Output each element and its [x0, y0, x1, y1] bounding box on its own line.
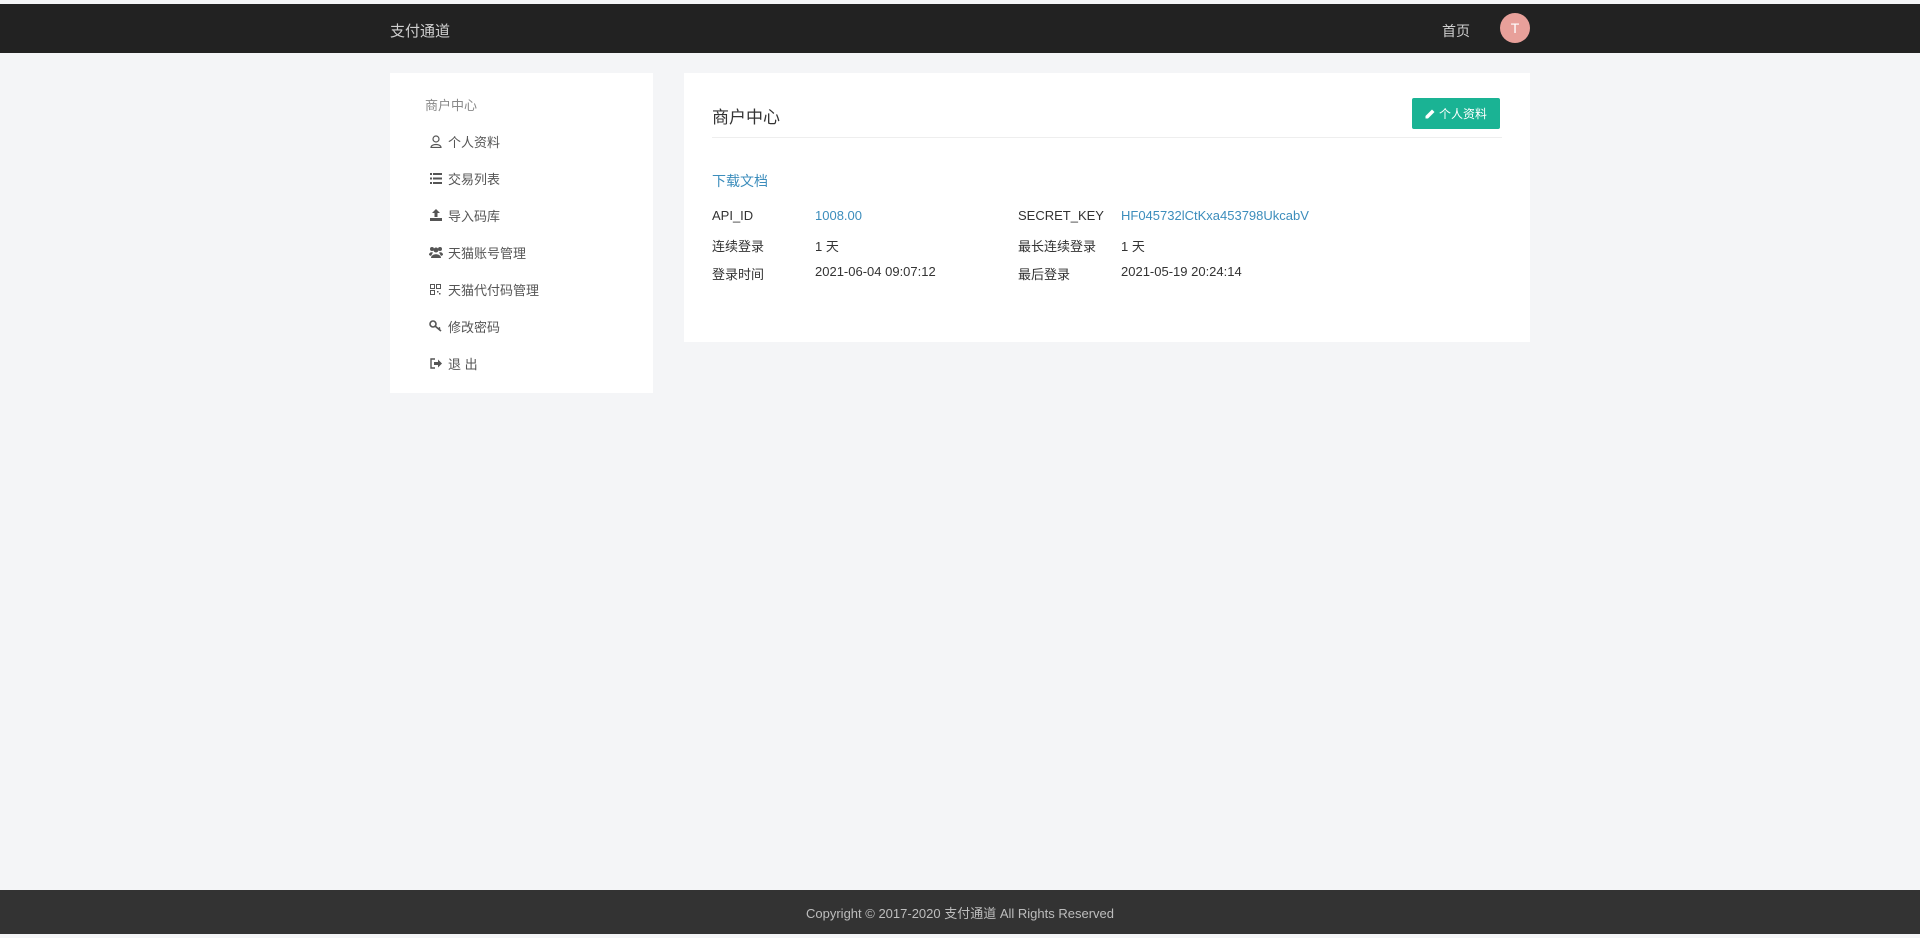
user-icon [428, 134, 443, 148]
sidebar-item-profile[interactable]: 个人资料 [428, 131, 500, 151]
sidebar-item-label: 导入码库 [448, 208, 501, 224]
page-title: 商户中心 [712, 108, 780, 127]
edit-profile-button[interactable]: 个人资料 [1412, 98, 1500, 129]
nav-home-link[interactable]: 首页 [1442, 21, 1470, 41]
main-panel: 商户中心 个人资料 下载文档 API_ID 1008.00 SECRET_KEY… [684, 73, 1530, 342]
sidebar-title: 商户中心 [425, 98, 478, 113]
sign-out-icon [428, 356, 443, 370]
continuous-login-value: 1 天 [815, 239, 839, 254]
longest-login-value: 1 天 [1121, 239, 1145, 254]
download-doc-link[interactable]: 下载文档 [712, 171, 768, 191]
login-time-value: 2021-06-04 09:07:12 [815, 264, 936, 279]
sidebar-item-logout[interactable]: 退 出 [428, 353, 478, 373]
footer-copyright: Copyright © 2017-2020 支付通道 All Rights Re… [806, 906, 1114, 921]
secret-key-label: SECRET_KEY [1018, 208, 1104, 223]
sidebar-item-label: 修改密码 [448, 319, 501, 335]
list-icon [428, 171, 443, 185]
longest-login-label: 最长连续登录 [1018, 239, 1097, 254]
sidebar-item-import-codes[interactable]: 导入码库 [428, 205, 500, 225]
login-time-label: 登录时间 [712, 267, 765, 282]
continuous-login-label: 连续登录 [712, 239, 765, 254]
last-login-label: 最后登录 [1018, 267, 1071, 282]
edit-profile-button-label: 个人资料 [1438, 107, 1487, 121]
brand-title[interactable]: 支付通道 [390, 20, 450, 41]
api-id-label: API_ID [712, 208, 754, 223]
last-login-value: 2021-05-19 20:24:14 [1121, 264, 1242, 279]
sidebar-item-label: 交易列表 [448, 171, 501, 187]
sidebar-item-label: 天猫账号管理 [448, 245, 527, 261]
api-id-value: 1008.00 [815, 208, 862, 223]
sidebar-item-label: 个人资料 [448, 134, 501, 150]
key-icon [428, 319, 443, 333]
users-icon [428, 245, 443, 259]
title-divider [712, 137, 1502, 138]
pencil-icon [1425, 109, 1435, 119]
qrcode-icon [428, 282, 443, 296]
sidebar-item-label: 天猫代付码管理 [448, 282, 540, 298]
footer: Copyright © 2017-2020 支付通道 All Rights Re… [0, 890, 1920, 934]
sidebar-item-transactions[interactable]: 交易列表 [428, 168, 500, 188]
sidebar-item-tmall-accounts[interactable]: 天猫账号管理 [428, 242, 526, 262]
sidebar: 商户中心 个人资料 交易列表 导入码库 天猫账号管理 天猫代付码管理 修改密码 … [390, 73, 653, 393]
avatar[interactable]: T [1500, 13, 1530, 43]
sidebar-item-tmall-pay-codes[interactable]: 天猫代付码管理 [428, 279, 539, 299]
top-navbar: 支付通道 首页 T [0, 4, 1920, 53]
secret-key-value: HF045732lCtKxa453798UkcabV [1121, 208, 1309, 223]
sidebar-item-change-password[interactable]: 修改密码 [428, 316, 500, 336]
sidebar-item-label: 退 出 [448, 356, 478, 372]
upload-icon [428, 208, 443, 222]
